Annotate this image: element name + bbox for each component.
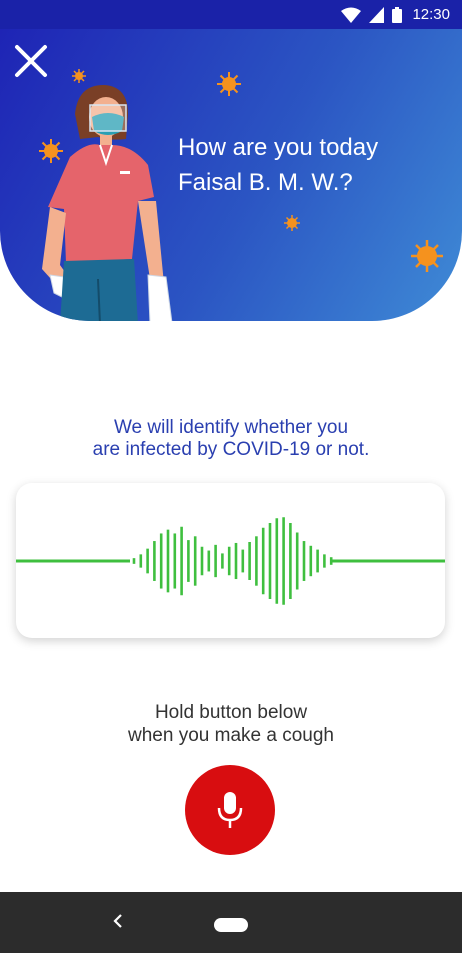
instruction: Hold button below when you make a cough: [0, 701, 462, 747]
virus-icon: [284, 215, 300, 231]
subtitle: We will identify whether you are infecte…: [0, 417, 462, 461]
status-time: 12:30: [412, 6, 450, 23]
waveform-icon: [16, 517, 445, 605]
home-pill-icon[interactable]: [214, 918, 248, 932]
microphone-icon: [217, 792, 243, 828]
greeting-line-2: Faisal B. M. W.?: [178, 169, 353, 196]
status-bar: 12:30: [0, 0, 462, 29]
subtitle-line-2: are infected by COVID-19 or not.: [92, 439, 370, 460]
status-icons: 12:30: [341, 6, 450, 23]
cell-signal-icon: [369, 6, 385, 23]
waveform-card: [16, 483, 445, 638]
close-icon[interactable]: [12, 42, 50, 80]
virus-icon: [217, 72, 241, 96]
hero-header: How are you today Faisal B. M. W.?: [0, 29, 462, 321]
instruction-line-1: Hold button below: [154, 702, 308, 723]
back-chevron-icon[interactable]: [112, 914, 124, 928]
greeting-line-1: How are you today: [178, 134, 379, 161]
battery-icon: [392, 6, 403, 23]
record-cough-button[interactable]: [185, 765, 275, 855]
greeting-text: How are you today Faisal B. M. W.?: [178, 130, 448, 200]
virus-icon: [411, 240, 443, 272]
subtitle-line-1: We will identify whether you: [113, 417, 349, 438]
instruction-line-2: when you make a cough: [128, 725, 334, 746]
nurse-illustration: [42, 84, 173, 321]
wifi-icon: [341, 7, 362, 23]
